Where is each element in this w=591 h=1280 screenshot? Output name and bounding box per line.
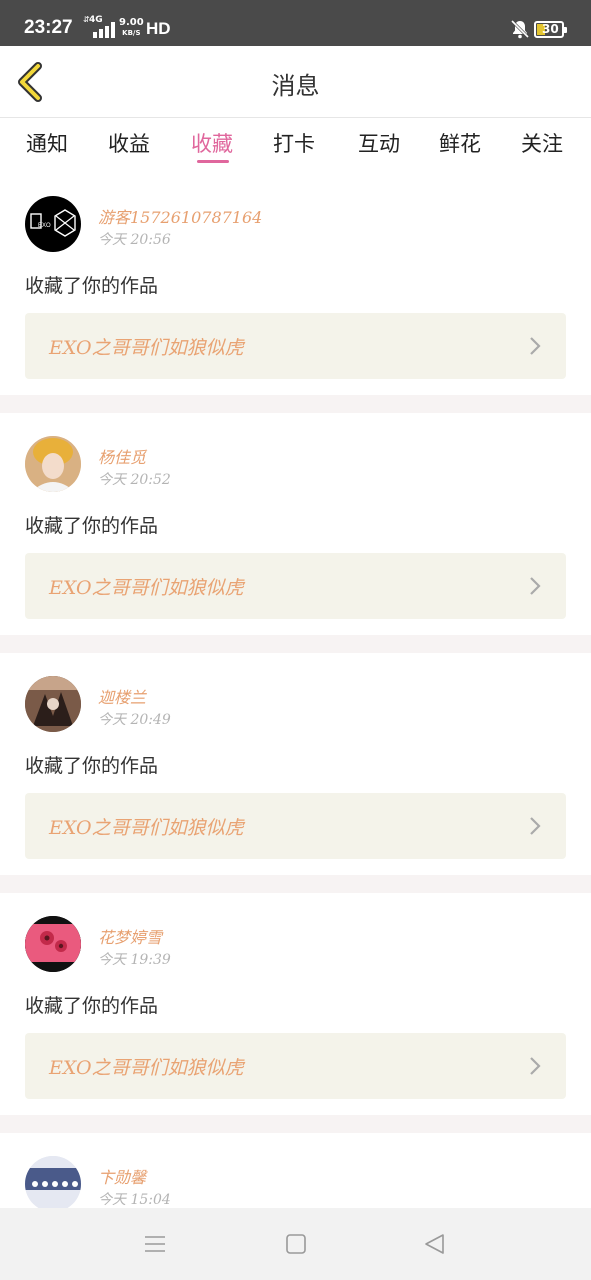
header: 消息 [0,46,591,118]
work-title: EXO之哥哥们如狼似虎 [49,577,244,599]
status-bar: 23:27 ⇵ 4G 9.00 KB/S HD 30 [0,0,591,46]
action-text: 收藏了你的作品 [25,995,159,1017]
work-link[interactable]: EXO之哥哥们如狼似虎 [25,1033,566,1099]
battery-icon: 30 [534,21,567,38]
timestamp: 今天 20:49 [98,712,171,728]
menu-icon[interactable] [142,1232,168,1256]
list-item: 杨佳觅 今天 20:52 收藏了你的作品 EXO之哥哥们如狼似虎 [0,413,591,635]
timestamp: 今天 20:56 [98,232,171,248]
action-text: 收藏了你的作品 [25,275,159,297]
home-square-icon[interactable] [283,1232,309,1256]
action-text: 收藏了你的作品 [25,755,159,777]
work-title: EXO之哥哥们如狼似虎 [49,1057,244,1079]
divider [0,635,591,653]
chevron-right-icon [530,577,541,595]
speed-unit: KB/S [122,29,141,37]
chevron-right-icon [530,337,541,355]
username[interactable]: 游客1572610787164 [98,204,262,228]
work-link[interactable]: EXO之哥哥们如狼似虎 [25,313,566,379]
avatar[interactable] [25,1156,81,1208]
list-item: EXO 游客1572610787164 今天 20:56 收藏了你的作品 EXO… [0,180,591,395]
system-nav-bar [0,1208,591,1280]
network-speed: 9.00 KB/S [119,18,144,38]
active-tab-indicator [197,160,229,163]
tab-favorites[interactable]: 收藏 [180,128,244,158]
tab-notifications[interactable]: 通知 [15,128,79,158]
work-link[interactable]: EXO之哥哥们如狼似虎 [25,553,566,619]
chevron-right-icon [530,817,541,835]
divider [0,1115,591,1133]
signal-icon: ⇵ 4G [83,15,115,39]
page-title: 消息 [271,72,320,100]
tab-interaction[interactable]: 互动 [347,128,411,158]
username[interactable]: 迦楼兰 [98,684,146,708]
work-title: EXO之哥哥们如狼似虎 [49,817,244,839]
username[interactable]: 卞勋馨 [98,1164,146,1188]
avatar[interactable] [25,436,81,492]
status-time: 23:27 [24,17,73,38]
divider [0,875,591,893]
list-item: 卞勋馨 今天 15:04 [0,1133,591,1208]
action-text: 收藏了你的作品 [25,515,159,537]
username[interactable]: 杨佳觅 [98,444,146,468]
username[interactable]: 花梦婷雪 [98,924,162,948]
bell-muted-icon [510,19,530,39]
battery-level: 30 [542,22,559,36]
back-triangle-icon[interactable] [422,1232,448,1256]
speed-value: 9.00 [119,17,144,28]
avatar[interactable] [25,916,81,972]
tab-earnings[interactable]: 收益 [97,128,161,158]
work-title: EXO之哥哥们如狼似虎 [49,337,244,359]
tab-checkin[interactable]: 打卡 [262,128,326,158]
avatar[interactable]: EXO [25,196,81,252]
avatar[interactable] [25,676,81,732]
list-item: 迦楼兰 今天 20:49 收藏了你的作品 EXO之哥哥们如狼似虎 [0,653,591,875]
hd-indicator: HD [146,19,171,38]
work-link[interactable]: EXO之哥哥们如狼似虎 [25,793,566,859]
tab-bar: 通知 收益 收藏 打卡 互动 鲜花 关注 [0,118,591,180]
timestamp: 今天 20:52 [98,472,171,488]
tab-following[interactable]: 关注 [510,128,574,158]
chevron-right-icon [530,1057,541,1075]
tab-flowers[interactable]: 鲜花 [428,128,492,158]
timestamp: 今天 15:04 [98,1192,171,1208]
list-item: 花梦婷雪 今天 19:39 收藏了你的作品 EXO之哥哥们如狼似虎 [0,893,591,1115]
timestamp: 今天 19:39 [98,952,171,968]
divider [0,395,591,413]
svg-text:EXO: EXO [38,223,51,229]
